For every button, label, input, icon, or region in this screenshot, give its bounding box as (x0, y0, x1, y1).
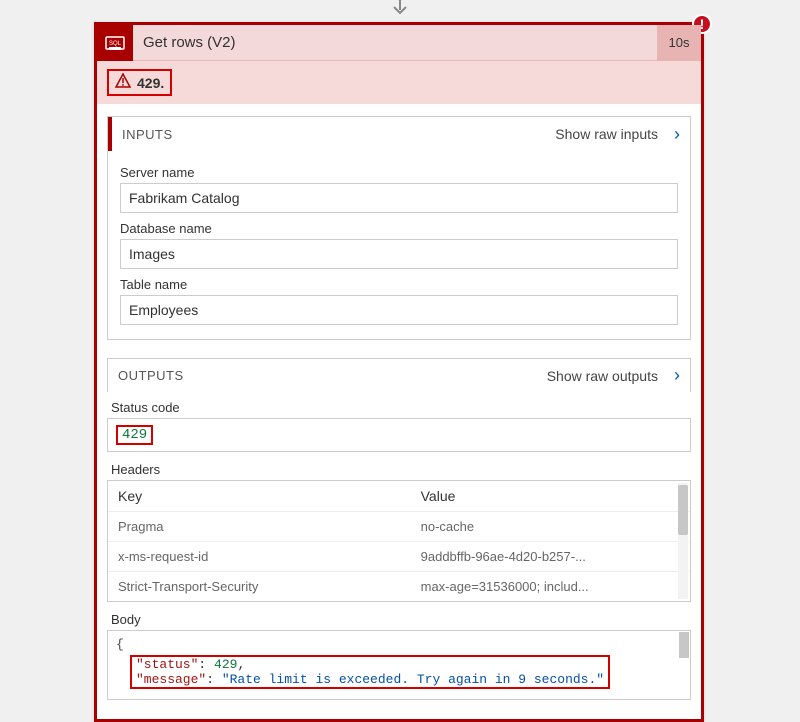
database-name-value: Images (120, 239, 678, 269)
scrollbar[interactable] (679, 632, 689, 658)
header-value: 9addbffb-96ae-4d20-b257-... (411, 542, 667, 571)
body-box: { "status": 429, "message": "Rate limit … (107, 630, 691, 700)
header-value: no-cache (411, 512, 667, 541)
header-key: x-ms-request-id (108, 542, 411, 571)
json-brace: { (116, 637, 124, 652)
header-value: max-age=31536000; includ... (411, 572, 667, 601)
scrollbar[interactable] (678, 483, 688, 599)
card-title: Get rows (V2) (133, 34, 657, 51)
outputs-title: OUTPUTS (108, 368, 547, 383)
headers-col-value: Value (411, 481, 667, 511)
sql-icon: SQL (97, 25, 133, 61)
headers-table: Key Value Pragma no-cache x-ms-request-i… (107, 480, 691, 602)
inputs-title: INPUTS (112, 127, 555, 142)
table-name-label: Table name (120, 277, 678, 292)
status-code-value-box: 429 (107, 418, 691, 452)
duration-chip: 10s (657, 25, 701, 61)
headers-col-key: Key (108, 481, 411, 511)
status-code-value: 429 (116, 425, 153, 445)
error-code: 429. (137, 75, 164, 91)
server-name-value: Fabrikam Catalog (120, 183, 678, 213)
arrow-down-icon (391, 0, 409, 17)
header-key: Pragma (108, 512, 411, 541)
server-name-label: Server name (120, 165, 678, 180)
headers-label: Headers (111, 462, 687, 477)
table-row: x-ms-request-id 9addbffb-96ae-4d20-b257-… (108, 542, 690, 572)
show-raw-inputs-link[interactable]: Show raw inputs (555, 126, 664, 142)
header-key: Strict-Transport-Security (108, 572, 411, 601)
database-name-label: Database name (120, 221, 678, 236)
table-name-value: Employees (120, 295, 678, 325)
error-bar: 429. (97, 61, 701, 104)
chevron-right-icon[interactable]: › (664, 365, 690, 386)
svg-text:SQL: SQL (109, 41, 122, 47)
action-card[interactable]: ! SQL Get rows (V2) 10s 429. (94, 22, 704, 722)
body-highlight: "status": 429, "message": "Rate limit is… (130, 655, 610, 689)
warning-icon (115, 73, 131, 92)
inputs-section: INPUTS Show raw inputs › Server name Fab… (107, 116, 691, 340)
status-code-label: Status code (111, 400, 701, 415)
table-row: Strict-Transport-Security max-age=315360… (108, 572, 690, 601)
headers-header-row: Key Value (108, 481, 690, 512)
body-label: Body (111, 612, 687, 627)
chevron-right-icon[interactable]: › (664, 124, 690, 145)
table-row: Pragma no-cache (108, 512, 690, 542)
card-header[interactable]: SQL Get rows (V2) 10s (97, 25, 701, 61)
show-raw-outputs-link[interactable]: Show raw outputs (547, 368, 664, 384)
